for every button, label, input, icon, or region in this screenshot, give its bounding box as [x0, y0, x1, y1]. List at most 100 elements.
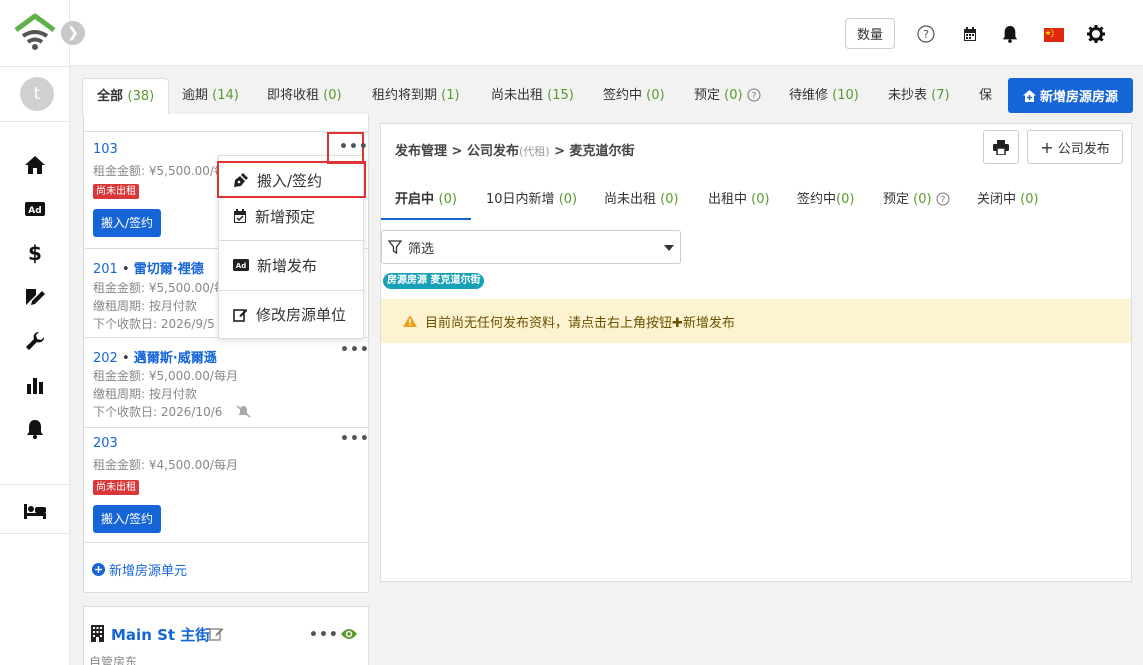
plus-icon: +	[1040, 137, 1054, 157]
dollar-icon[interactable]: $	[22, 241, 48, 265]
tab-count: (14)	[212, 88, 239, 103]
menu-item-edit-unit[interactable]: 修改房源单位	[219, 296, 365, 332]
more-options-icon[interactable]: •••	[339, 139, 369, 155]
subtab-vacant[interactable]: 尚未出租 (0)	[604, 186, 679, 220]
bell-icon[interactable]	[22, 417, 48, 441]
tab-label: 预定	[694, 88, 721, 103]
tab-count: (38)	[127, 89, 155, 104]
tab-count: (0)	[558, 192, 578, 207]
tab-label: 尚未出租	[491, 88, 544, 103]
breadcrumb-item[interactable]: 公司发布	[467, 144, 519, 159]
tab-overdue[interactable]: 逾期 (14)	[182, 78, 239, 114]
tab-count: (0)	[660, 192, 679, 207]
subtab-closed[interactable]: 关闭中 (0)	[977, 186, 1039, 220]
unit-title[interactable]: 202 • 邁爾斯·威爾遜	[93, 347, 217, 366]
tab-label: 预定	[883, 192, 910, 207]
top-header: 数量 ?	[70, 0, 1143, 66]
tab-reserved[interactable]: 预定 (0) ?	[694, 78, 761, 114]
ad-icon: Ad	[233, 259, 249, 271]
tab-signing[interactable]: 签约中 (0)	[603, 78, 665, 114]
china-flag-icon[interactable]	[1044, 25, 1064, 45]
tab-label: 逾期	[182, 88, 209, 103]
more-options-icon[interactable]: •••	[340, 431, 368, 447]
help-icon[interactable]: ?	[936, 192, 950, 206]
subtab-signing[interactable]: 签约中(0)	[797, 186, 854, 220]
tab-label: 即将收租	[267, 88, 320, 103]
bar-chart-icon[interactable]	[22, 373, 48, 397]
tab-upcoming-rent[interactable]: 即将收租 (0)	[267, 78, 342, 114]
move-in-sign-button[interactable]: 搬入/签约	[93, 209, 162, 237]
calendar-check-icon	[234, 209, 246, 223]
home-icon[interactable]	[22, 153, 48, 177]
unit-card[interactable]: 202 • 邁爾斯·威爾遜 租金金额: ¥5,000.00/每月 缴租周期: 按…	[84, 338, 368, 428]
unit-rent: 租金金额: ¥4,500.00/每月	[93, 458, 238, 472]
menu-item-add-reservation[interactable]: 新增预定	[219, 198, 365, 234]
help-icon[interactable]: ?	[916, 24, 936, 44]
tab-label: 10日内新增	[486, 192, 555, 207]
unit-number[interactable]: 103	[93, 142, 118, 157]
signature-icon[interactable]	[22, 285, 48, 309]
svg-text:$: $	[28, 242, 42, 264]
tab-count: (0)	[438, 192, 457, 207]
tab-truncated[interactable]: 保	[979, 78, 992, 114]
tab-label: 关闭中	[977, 192, 1017, 207]
more-options-icon[interactable]: •••	[340, 342, 368, 358]
ad-icon[interactable]: Ad	[22, 197, 48, 221]
avatar[interactable]: t	[20, 77, 54, 111]
more-options-icon[interactable]: •••	[309, 627, 339, 643]
subtab-reserved[interactable]: 预定 (0) ?	[883, 186, 950, 220]
eye-icon[interactable]	[340, 627, 358, 641]
tab-meter-unread[interactable]: 未抄表 (7)	[888, 78, 950, 114]
company-publish-button[interactable]: + 公司发布	[1027, 130, 1123, 164]
menu-item-add-listing[interactable]: Ad 新增发布	[219, 247, 365, 283]
add-property-label: 新增房源房源	[1039, 90, 1118, 105]
property-title[interactable]: Main St 主街	[111, 624, 210, 645]
tab-count: (0)	[1020, 192, 1039, 207]
status-badge: 尚未出租	[93, 480, 139, 495]
subtab-new-10-days[interactable]: 10日内新增 (0)	[486, 186, 577, 220]
sidebar-expand-chevron-icon[interactable]: ❯	[61, 21, 85, 45]
tab-maintenance[interactable]: 待维修 (10)	[789, 78, 859, 114]
tab-vacant[interactable]: 尚未出租 (15)	[491, 78, 574, 114]
property-card[interactable]: Main St 主街 ••• 自管房东	[83, 606, 369, 665]
empty-state-alert: 目前尚无任何发布资料，请点击右上角按钮✚新增发布	[381, 299, 1131, 343]
add-property-button[interactable]: 新增房源房源	[1008, 78, 1133, 113]
calendar-icon[interactable]	[960, 24, 980, 44]
edit-icon[interactable]	[209, 626, 224, 641]
gear-icon[interactable]	[1086, 24, 1106, 44]
tab-all[interactable]: 全部 (38)	[82, 78, 170, 114]
breadcrumb-item[interactable]: 发布管理	[395, 144, 447, 159]
unit-title[interactable]: 201 • 雷切爾·裡德	[93, 258, 204, 277]
unit-number[interactable]: 203	[93, 436, 118, 451]
caret-down-icon	[664, 245, 674, 251]
svg-text:?: ?	[923, 28, 929, 41]
subtab-open[interactable]: 开启中 (0)	[381, 186, 471, 220]
tab-label: 保	[979, 88, 993, 103]
unit-card[interactable]: 203 租金金额: ¥4,500.00/每月 尚未出租 搬入/签约 •••	[84, 428, 368, 543]
print-button[interactable]	[983, 130, 1019, 164]
filter-dropdown[interactable]: 筛选	[381, 230, 681, 264]
wrench-icon[interactable]	[22, 329, 48, 353]
sidebar-divider	[0, 121, 70, 122]
filter-label: 筛选	[408, 241, 435, 257]
move-in-sign-button[interactable]: 搬入/签约	[93, 505, 162, 533]
left-sidebar: t Ad $	[0, 0, 70, 665]
help-icon[interactable]: ?	[747, 88, 761, 102]
tab-count: (0)	[913, 192, 932, 207]
unit-next-due: 下个收款日: 2026/10/6	[93, 403, 251, 420]
bell-icon[interactable]	[1000, 24, 1020, 44]
tab-label: 出租中	[708, 192, 748, 207]
bed-icon[interactable]	[22, 499, 48, 523]
print-icon	[993, 139, 1009, 155]
warning-icon	[403, 315, 417, 327]
tab-count: (10)	[832, 88, 859, 103]
separator: •	[117, 351, 134, 366]
subtab-rented[interactable]: 出租中 (0)	[708, 186, 770, 220]
tab-label: 尚未出租	[604, 192, 657, 207]
quantity-button[interactable]: 数量	[845, 18, 895, 49]
breadcrumb-note: (代租)	[518, 145, 550, 158]
add-unit-link[interactable]: 新增房源单元	[92, 560, 187, 579]
app-logo[interactable]	[14, 12, 56, 52]
tab-lease-expiring[interactable]: 租约将到期 (1)	[372, 78, 460, 114]
tenant-name: 雷切爾·裡德	[133, 262, 204, 277]
